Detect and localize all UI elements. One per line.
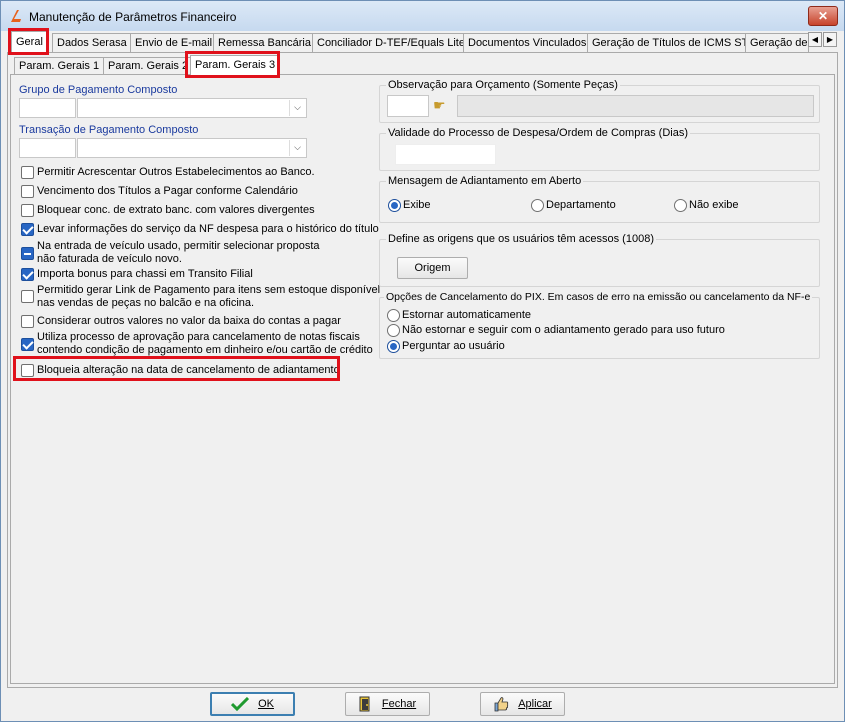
group-title: Observação para Orçamento (Somente Peças… [386,79,620,91]
checkbox-box[interactable] [21,338,34,351]
tab-envio-email[interactable]: Envio de E-mail [130,33,218,53]
group-mensagem-adiantamento: Mensagem de Adiantamento em Aberto Exibe… [379,175,820,223]
aplicar-button-label: Aplicar [518,698,552,711]
checkbox-label-line2: não faturada de veículo novo. [37,253,182,265]
tab-documentos-vinculados[interactable]: Documentos Vinculados [463,33,592,53]
checkbox-box[interactable] [21,204,34,217]
grupo-pagamento-select[interactable]: ⌵ [77,98,307,118]
title-bar: Manutenção de Parâmetros Financeiro ✕ [1,1,844,31]
checkbox-label: Importa bonus para chassi em Transito Fi… [37,268,253,280]
checkbox-label: Levar informações do serviço da NF despe… [37,223,379,235]
dialog-client: Geral Dados Serasa Envio de E-mail Remes… [7,28,838,717]
checkbox-label: Bloquear conc. de extrato banc. com valo… [37,204,315,216]
grupo-pagamento-code-input[interactable] [19,98,76,118]
app-logo-icon [11,10,21,22]
checkbox-label: Permitir Acrescentar Outros Estabelecime… [37,166,315,178]
tab-geracao-pagamento[interactable]: Geração de Pagamento [745,33,809,53]
radio-estornar-automaticamente-label: Estornar automaticamente [402,309,532,321]
tab-conciliador[interactable]: Conciliador D-TEF/Equals Lite [312,33,470,53]
subtab-param-gerais-2[interactable]: Param. Gerais 2 [103,57,194,75]
subtab-param-gerais-1[interactable]: Param. Gerais 1 [14,57,105,75]
checkbox-box[interactable] [21,290,34,303]
window-title: Manutenção de Parâmetros Financeiro [29,10,237,24]
radio-nao-exibe-label: Não exibe [689,199,739,211]
radio-departamento[interactable] [531,199,544,212]
pointing-hand-icon[interactable]: ☛ [433,97,446,114]
group-observacao-orcamento: Observação para Orçamento (Somente Peças… [379,79,820,123]
checkbox-box[interactable] [21,223,34,236]
radio-departamento-label: Departamento [546,199,616,211]
aplicar-button[interactable]: Aplicar [480,692,565,716]
checkbox-label: Considerar outros valores no valor da ba… [37,315,341,327]
highlight-subtab-3 [185,51,280,78]
tab-page-geral: Param. Gerais 1 Param. Gerais 2 Param. G… [7,51,838,688]
radio-perguntar-usuario[interactable] [387,340,400,353]
tab-scroll-right-button[interactable]: ▶ [823,32,837,47]
ok-button[interactable]: OK [210,692,295,716]
checkbox-label-line2: nas vendas de peças no balcão e na ofici… [37,297,255,309]
tab-remessa-bancaria[interactable]: Remessa Bancária [213,33,316,53]
radio-exibe[interactable] [388,199,401,212]
radio-perguntar-usuario-label: Perguntar ao usuário [402,340,505,352]
checkbox-label-line1: Utiliza processo de aprovação para cance… [37,331,360,343]
thumbs-up-icon [494,697,509,712]
validade-dias-input[interactable] [395,144,496,165]
highlight-bloqueia-alteracao [13,356,340,381]
checkbox-label-line1: Permitido gerar Link de Pagamento para i… [37,284,381,296]
transacao-pagamento-select[interactable]: ⌵ [77,138,307,158]
transacao-pagamento-code-input[interactable] [19,138,76,158]
checkbox-box[interactable] [21,268,34,281]
subtab-page-3: Grupo de Pagamento Composto ⌵ Transação … [10,74,835,684]
checkbox-label-line1: Na entrada de veículo usado, permitir se… [37,240,320,252]
main-tab-strip: Geral Dados Serasa Envio de E-mail Remes… [7,31,838,53]
checkbox-label: Vencimento dos Títulos a Pagar conforme … [37,185,298,197]
radio-estornar-automaticamente[interactable] [387,309,400,322]
highlight-tab-geral [8,28,49,55]
grupo-pagamento-label: Grupo de Pagamento Composto [19,84,178,96]
group-title: Mensagem de Adiantamento em Aberto [386,175,584,187]
group-title: Validade do Processo de Despesa/Ordem de… [386,127,690,139]
radio-nao-estornar-label: Não estornar e seguir com o adiantamento… [402,324,725,336]
group-cancelamento-pix: Opções de Cancelamento do PIX. Em casos … [379,291,820,359]
chevron-down-icon[interactable]: ⌵ [289,140,305,156]
checkmark-icon [231,697,250,712]
group-origens-usuarios: Define as origens que os usuários têm ac… [379,233,820,287]
chevron-down-icon[interactable]: ⌵ [289,100,305,116]
radio-exibe-label: Exibe [403,199,431,211]
checkbox-box[interactable] [21,315,34,328]
transacao-pagamento-label: Transação de Pagamento Composto [19,124,199,136]
radio-nao-exibe[interactable] [674,199,687,212]
checkbox-box[interactable] [21,185,34,198]
dialog-window: Manutenção de Parâmetros Financeiro ✕ Ge… [0,0,845,722]
fechar-button-label: Fechar [381,698,417,711]
dialog-footer: OK Fechar Aplicar [7,689,838,717]
origem-button[interactable]: Origem [397,257,468,279]
observacao-text-input [457,95,814,117]
fechar-button[interactable]: Fechar [345,692,430,716]
checkbox-box[interactable] [21,166,34,179]
checkbox-box[interactable] [21,247,34,260]
group-title: Define as origens que os usuários têm ac… [386,233,656,245]
tab-scroll-left-button[interactable]: ◀ [808,32,822,47]
tab-geracao-titulos-icms[interactable]: Geração de Títulos de ICMS ST [587,33,754,53]
observacao-code-input[interactable] [387,95,429,117]
group-title: Opções de Cancelamento do PIX. Em casos … [384,291,813,303]
close-button[interactable]: ✕ [808,6,838,26]
group-validade-processo: Validade do Processo de Despesa/Ordem de… [379,127,820,171]
ok-button-label: OK [258,698,274,711]
door-exit-icon [359,696,370,712]
tab-dados-serasa[interactable]: Dados Serasa [52,33,132,53]
radio-nao-estornar[interactable] [387,324,400,337]
